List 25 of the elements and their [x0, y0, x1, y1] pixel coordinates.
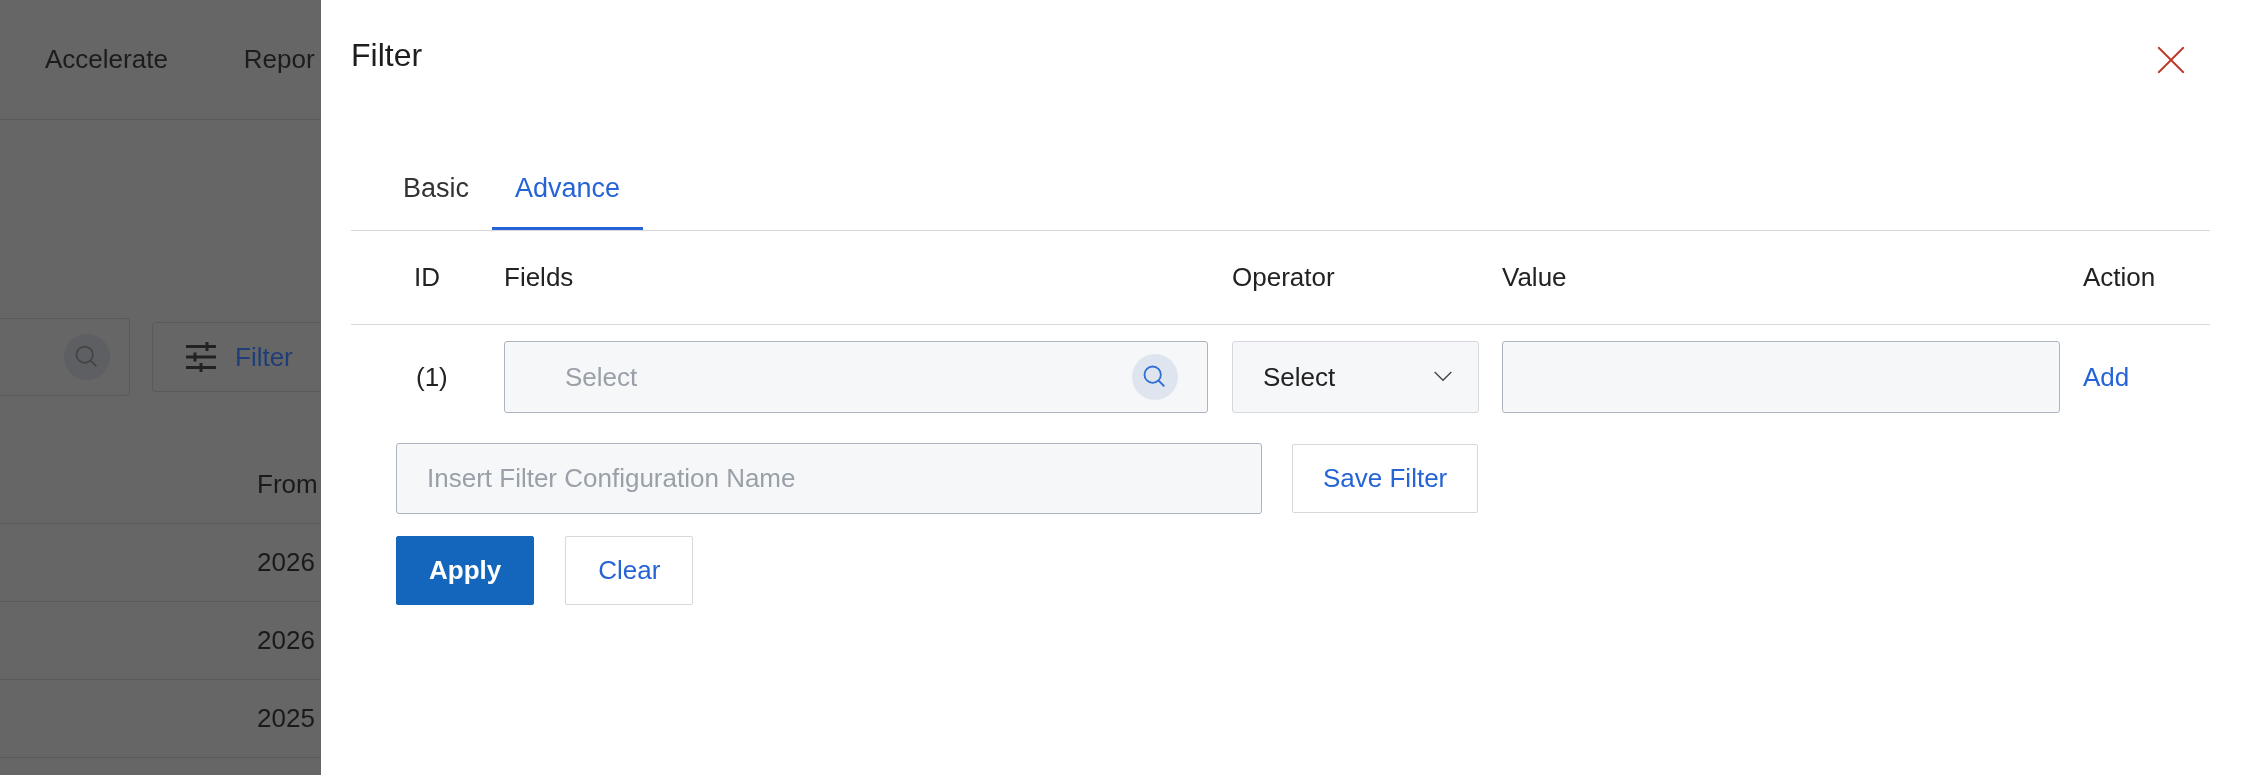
fields-select[interactable]: Select: [504, 341, 1208, 413]
table-cell: 2026: [257, 625, 315, 656]
column-header: Value: [1502, 262, 1568, 293]
column-header: Fields: [504, 262, 575, 293]
add-link[interactable]: Add: [2083, 361, 2210, 393]
nav-item[interactable]: Accelerate: [45, 44, 168, 75]
search-field[interactable]: [0, 318, 130, 396]
operator-dropdown[interactable]: Select: [1232, 341, 1479, 413]
save-filter-button[interactable]: Save Filter: [1292, 444, 1479, 513]
value-field[interactable]: [1502, 341, 2060, 413]
column-header: Action: [2083, 262, 2157, 293]
row-id: (1): [415, 361, 449, 393]
config-name-field[interactable]: Insert Filter Configuration Name: [396, 443, 1262, 514]
panel-title: Filter: [351, 36, 423, 74]
clear-button[interactable]: Clear: [565, 536, 694, 605]
tab[interactable]: Advance: [492, 149, 644, 230]
nav-item[interactable]: Repor: [243, 44, 315, 75]
apply-button[interactable]: Apply: [396, 536, 535, 605]
tab[interactable]: Basic: [380, 149, 493, 230]
column-header: Operator: [1232, 262, 1336, 293]
table-cell: 2026: [257, 547, 315, 578]
table-cell: 2025: [257, 703, 315, 734]
sliders-icon: [183, 339, 219, 375]
column-header: From: [257, 469, 318, 500]
column-header: ID: [413, 262, 441, 293]
